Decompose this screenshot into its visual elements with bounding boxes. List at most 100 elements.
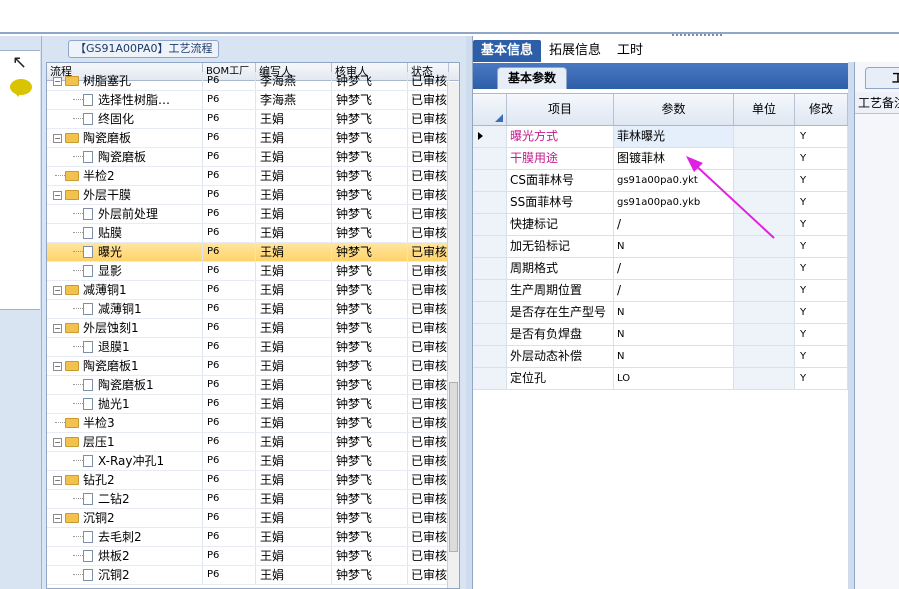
param-value-cell[interactable]: / [614, 214, 734, 235]
param-row[interactable]: 周期格式 / Y [473, 258, 848, 280]
tree-node[interactable]: − 树脂塞孔 [47, 72, 203, 90]
tree-row[interactable]: − 沉铜2 P6 王娟 钟梦飞 已审核 [47, 509, 459, 528]
param-modify-cell[interactable]: Y [795, 236, 848, 257]
tree-scroll-thumb[interactable] [449, 382, 458, 552]
tree-row[interactable]: − 陶瓷磨板 P6 王娟 钟梦飞 已审核 [47, 129, 459, 148]
tree-node[interactable]: 陶瓷磨板 [47, 148, 203, 166]
collapse-toggle-icon[interactable]: − [53, 191, 62, 200]
param-modify-cell[interactable]: Y [795, 192, 848, 213]
tree-node[interactable]: 贴膜 [47, 224, 203, 242]
tree-node[interactable]: 终固化 [47, 110, 203, 128]
row-indicator[interactable] [473, 148, 507, 169]
tree-row[interactable]: 选择性树脂… P6 李海燕 钟梦飞 已审核 [47, 91, 459, 110]
param-row[interactable]: 干膜用途 图镀菲林 Y [473, 148, 848, 170]
tree-node[interactable]: 退膜1 [47, 338, 203, 356]
collapse-toggle-icon[interactable]: − [53, 514, 62, 523]
tree-node[interactable]: − 减薄铜1 [47, 281, 203, 299]
param-unit-cell[interactable] [734, 368, 795, 389]
tree-row[interactable]: − 减薄铜1 P6 王娟 钟梦飞 已审核 [47, 281, 459, 300]
tree-row[interactable]: − 钻孔2 P6 王娟 钟梦飞 已审核 [47, 471, 459, 490]
param-unit-cell[interactable] [734, 302, 795, 323]
tree-row[interactable]: 去毛刺2 P6 王娟 钟梦飞 已审核 [47, 528, 459, 547]
param-row[interactable]: 生产周期位置 / Y [473, 280, 848, 302]
tree-node[interactable]: − 外层干膜 [47, 186, 203, 204]
param-value-cell[interactable]: 菲林曝光 [614, 126, 734, 147]
param-unit-cell[interactable] [734, 170, 795, 191]
tree-row[interactable]: − 陶瓷磨板1 P6 王娟 钟梦飞 已审核 [47, 357, 459, 376]
tree-node[interactable]: X-Ray冲孔1 [47, 452, 203, 470]
param-unit-cell[interactable] [734, 192, 795, 213]
row-indicator[interactable] [473, 346, 507, 367]
tree-node[interactable]: 半检2 [47, 167, 203, 185]
param-modify-cell[interactable]: Y [795, 280, 848, 301]
param-row[interactable]: 曝光方式 菲林曝光 Y [473, 126, 848, 148]
param-unit-cell[interactable] [734, 126, 795, 147]
tree-row[interactable]: 外层前处理 P6 王娟 钟梦飞 已审核 [47, 205, 459, 224]
tree-node[interactable]: − 外层蚀刻1 [47, 319, 203, 337]
tree-node[interactable]: 去毛刺2 [47, 528, 203, 546]
tree-node[interactable]: 二钻2 [47, 490, 203, 508]
col-header-unit[interactable]: 单位 [734, 94, 795, 125]
collapse-toggle-icon[interactable]: − [53, 476, 62, 485]
tree-node[interactable]: 显影 [47, 262, 203, 280]
param-value-cell[interactable]: N [614, 302, 734, 323]
row-indicator-header[interactable] [473, 94, 507, 125]
collapse-toggle-icon[interactable]: − [53, 286, 62, 295]
tree-node[interactable]: − 陶瓷磨板1 [47, 357, 203, 375]
tree-row[interactable]: 减薄铜1 P6 王娟 钟梦飞 已审核 [47, 300, 459, 319]
param-unit-cell[interactable] [734, 258, 795, 279]
param-value-cell[interactable]: N [614, 236, 734, 257]
collapse-toggle-icon[interactable]: − [53, 324, 62, 333]
tree-node[interactable]: 曝光 [47, 243, 203, 261]
param-value-cell[interactable]: / [614, 258, 734, 279]
param-unit-cell[interactable] [734, 236, 795, 257]
tree-row[interactable]: − 树脂塞孔 P6 李海燕 钟梦飞 已审核 [47, 72, 459, 91]
param-unit-cell[interactable] [734, 324, 795, 345]
col-header-param[interactable]: 参数 [614, 94, 734, 125]
param-modify-cell[interactable]: Y [795, 258, 848, 279]
col-header-modify[interactable]: 修改 [795, 94, 848, 125]
param-modify-cell[interactable]: Y [795, 214, 848, 235]
tree-node[interactable]: − 陶瓷磨板 [47, 129, 203, 147]
tab-extended-info[interactable]: 拓展信息 [541, 40, 609, 62]
param-row[interactable]: SS面菲林号 gs91a00pa0.ykb Y [473, 192, 848, 214]
row-indicator[interactable] [473, 324, 507, 345]
tree-row[interactable]: 半检3 P6 王娟 钟梦飞 已审核 [47, 414, 459, 433]
tree-row[interactable]: 显影 P6 王娟 钟梦飞 已审核 [47, 262, 459, 281]
param-row[interactable]: 加无铅标记 N Y [473, 236, 848, 258]
param-row[interactable]: 是否存在生产型号 N Y [473, 302, 848, 324]
param-value-cell[interactable]: N [614, 324, 734, 345]
param-unit-cell[interactable] [734, 214, 795, 235]
row-indicator[interactable] [473, 236, 507, 257]
tree-row[interactable]: 退膜1 P6 王娟 钟梦飞 已审核 [47, 338, 459, 357]
param-value-cell[interactable]: / [614, 280, 734, 301]
tree-node[interactable]: − 沉铜2 [47, 509, 203, 527]
param-row[interactable]: 外层动态补偿 N Y [473, 346, 848, 368]
tree-row[interactable]: 贴膜 P6 王娟 钟梦飞 已审核 [47, 224, 459, 243]
param-modify-cell[interactable]: Y [795, 126, 848, 147]
chat-bubble-icon[interactable] [10, 79, 32, 97]
tab-process-notes[interactable]: 工 [865, 67, 899, 89]
collapse-toggle-icon[interactable]: − [53, 438, 62, 447]
tree-node[interactable]: − 钻孔2 [47, 471, 203, 489]
tree-node[interactable]: 选择性树脂… [47, 91, 203, 109]
param-modify-cell[interactable]: Y [795, 346, 848, 367]
tree-row[interactable]: 终固化 P6 王娟 钟梦飞 已审核 [47, 110, 459, 129]
tree-node[interactable]: 减薄铜1 [47, 300, 203, 318]
param-unit-cell[interactable] [734, 148, 795, 169]
param-modify-cell[interactable]: Y [795, 302, 848, 323]
tree-row[interactable]: − 外层干膜 P6 王娟 钟梦飞 已审核 [47, 186, 459, 205]
tree-node[interactable]: 陶瓷磨板1 [47, 376, 203, 394]
tree-node[interactable]: 抛光1 [47, 395, 203, 413]
tree-row[interactable]: − 外层蚀刻1 P6 王娟 钟梦飞 已审核 [47, 319, 459, 338]
tree-row[interactable]: 二钻2 P6 王娟 钟梦飞 已审核 [47, 490, 459, 509]
tab-work-hours[interactable]: 工时 [609, 40, 651, 62]
tree-node[interactable]: 沉铜2 [47, 566, 203, 584]
row-indicator[interactable] [473, 126, 507, 147]
row-indicator[interactable] [473, 170, 507, 191]
tab-basic-params[interactable]: 基本参数 [497, 67, 568, 89]
collapse-toggle-icon[interactable]: − [53, 134, 62, 143]
col-header-item[interactable]: 项目 [507, 94, 614, 125]
param-value-cell[interactable]: gs91a00pa0.ykb [614, 192, 734, 213]
collapse-toggle-icon[interactable]: − [53, 77, 62, 86]
